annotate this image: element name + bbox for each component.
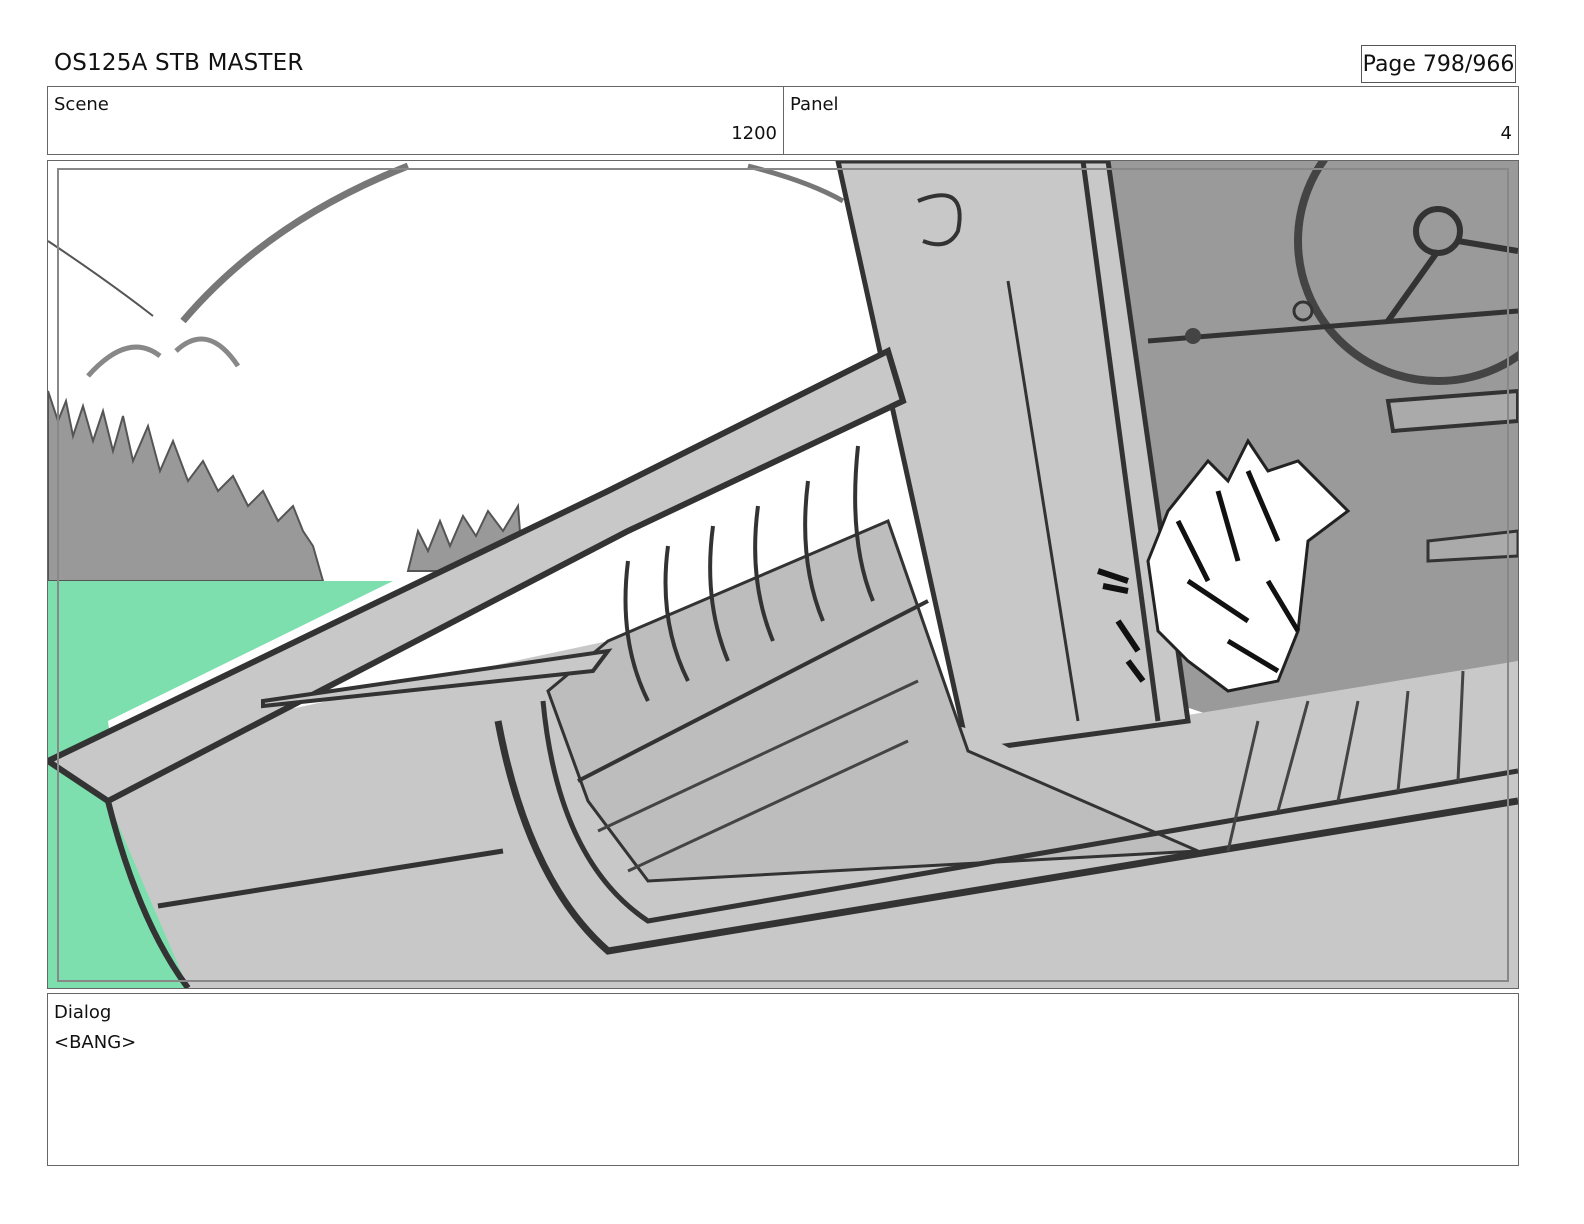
dialog-text: <BANG> bbox=[54, 1032, 137, 1053]
page-number: Page 798/966 bbox=[1361, 45, 1516, 83]
document-title: OS125A STB MASTER bbox=[54, 50, 304, 76]
scene-cell: Scene 1200 bbox=[48, 87, 784, 154]
scene-panel-row: Scene 1200 Panel 4 bbox=[47, 86, 1519, 155]
scene-number: 1200 bbox=[731, 123, 777, 144]
dialog-label: Dialog bbox=[54, 1002, 112, 1023]
panel-cell: Panel 4 bbox=[784, 87, 1518, 154]
panel-label: Panel bbox=[790, 94, 839, 115]
storyboard-panel-image bbox=[47, 160, 1519, 989]
boat-sketch-illustration bbox=[48, 161, 1518, 988]
dialog-box: Dialog <BANG> bbox=[47, 993, 1519, 1166]
scene-label: Scene bbox=[54, 94, 109, 115]
panel-number: 4 bbox=[1500, 123, 1512, 144]
